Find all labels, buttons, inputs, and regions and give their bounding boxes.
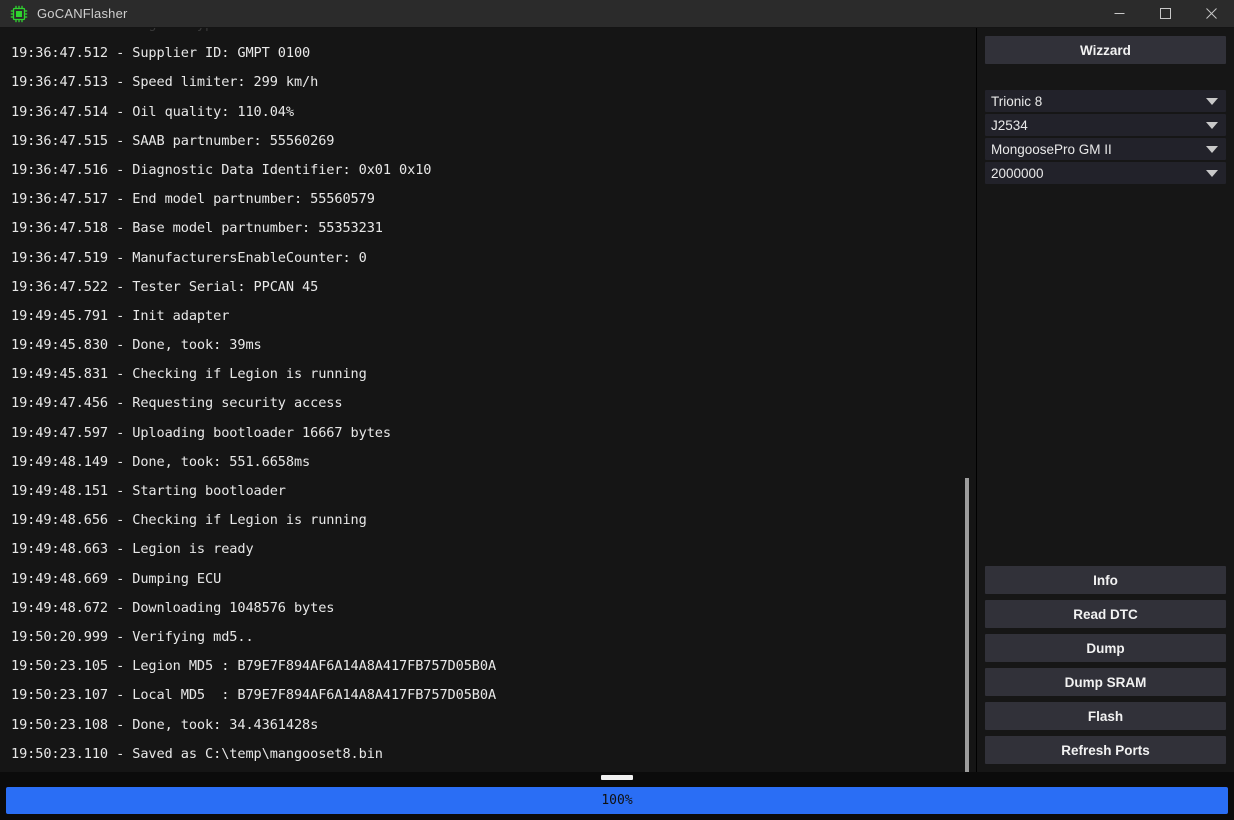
horizontal-scrollbar-thumb[interactable] [601, 775, 633, 780]
chevron-down-icon [1206, 97, 1218, 105]
title-bar: GoCANFlasher [0, 0, 1234, 28]
log-line: 19:50:23.110 - Saved as C:\temp\mangoose… [11, 745, 383, 762]
ecu-select-value: Trionic 8 [991, 93, 1043, 109]
log-line: 19:50:23.105 - Legion MD5 : B79E7F894AF6… [11, 658, 497, 675]
dump-sram-button[interactable]: Dump SRAM [985, 668, 1226, 696]
log-line: 19:49:47.597 - Uploading bootloader 1666… [11, 424, 391, 441]
close-button[interactable] [1188, 0, 1234, 28]
log-line: 19:49:48.663 - Legion is ready [11, 541, 254, 558]
chevron-down-icon [1206, 121, 1218, 129]
log-line: 19:49:47.456 - Requesting security acces… [11, 395, 343, 412]
log-line: 19:49:48.672 - Downloading 1048576 bytes [11, 599, 335, 616]
refresh-ports-button[interactable]: Refresh Ports [985, 736, 1226, 764]
log-line: 19:50:23.107 - Local MD5 : B79E7F894AF6A… [11, 687, 497, 704]
log-text-caret [976, 420, 977, 450]
log-line: 19:36:47.511 - Engine type: 666 [0, 28, 976, 39]
dump-button[interactable]: Dump [985, 634, 1226, 662]
sidebar-empty-area [985, 186, 1226, 566]
log-line: 19:49:48.149 - Done, took: 551.6658ms [11, 453, 311, 470]
log-line: 19:36:47.517 - End model partnumber: 555… [11, 191, 375, 208]
chevron-down-icon [1206, 169, 1218, 177]
footer: 100% [0, 772, 1234, 820]
ecu-select[interactable]: Trionic 8 [985, 90, 1226, 112]
main-body: 19:36:47.511 - Engine type: 666 19:36:47.… [0, 28, 1234, 772]
window-title: GoCANFlasher [37, 6, 128, 21]
log-line: 19:49:45.831 - Checking if Legion is run… [11, 366, 367, 383]
flash-button[interactable]: Flash [985, 702, 1226, 730]
application-window: GoCANFlasher 19:36:47.511 - Engine type:… [0, 0, 1234, 820]
adapter-api-select-value: J2534 [991, 117, 1028, 133]
progress-bar-label: 100% [601, 793, 633, 808]
log-line: 19:36:47.515 - SAAB partnumber: 55560269 [11, 132, 335, 149]
chip-icon [10, 5, 28, 22]
baudrate-select[interactable]: 2000000 [985, 162, 1226, 184]
log-line: 19:49:48.669 - Dumping ECU [11, 570, 222, 587]
log-line: 19:49:45.830 - Done, took: 39ms [11, 337, 262, 354]
minimize-icon [1114, 13, 1124, 14]
log-line: 19:49:48.656 - Checking if Legion is run… [11, 512, 367, 529]
read-dtc-button[interactable]: Read DTC [985, 600, 1226, 628]
maximize-button[interactable] [1142, 0, 1188, 28]
wizzard-button[interactable]: Wizzard [985, 36, 1226, 64]
log-line: 19:36:47.513 - Speed limiter: 299 km/h [11, 74, 319, 91]
log-line: 19:49:45.791 - Init adapter [11, 307, 230, 324]
log-line: 19:50:23.108 - Done, took: 34.4361428s [11, 716, 319, 733]
sidebar: Wizzard Trionic 8 J2534 MongoosePro GM II 2… [977, 28, 1234, 772]
adapter-api-select[interactable]: J2534 [985, 114, 1226, 136]
chevron-down-icon [1206, 145, 1218, 153]
horizontal-scrollbar-track[interactable] [0, 772, 1234, 782]
log-vertical-scrollbar-thumb[interactable] [965, 478, 969, 772]
select-group: Trionic 8 J2534 MongoosePro GM II 2000000 [985, 90, 1226, 186]
action-button-group: Info Read DTC Dump Dump SRAM Flash Refresh Po… [985, 566, 1226, 768]
maximize-icon [1159, 8, 1171, 19]
info-button[interactable]: Info [985, 566, 1226, 594]
close-icon [1205, 8, 1217, 19]
log-output-panel[interactable]: 19:36:47.511 - Engine type: 666 19:36:47.… [0, 28, 977, 772]
log-line: 19:36:47.522 - Tester Serial: PPCAN 45 [11, 278, 319, 295]
baudrate-select-value: 2000000 [991, 165, 1044, 181]
log-line: 19:36:47.514 - Oil quality: 110.04% [11, 103, 294, 120]
log-line: 19:36:47.519 - ManufacturersEnableCounte… [11, 249, 367, 266]
log-line-list: 19:36:47.511 - Engine type: 666 19:36:47.… [0, 28, 976, 769]
sidebar-top-spacer [985, 64, 1226, 90]
minimize-button[interactable] [1096, 0, 1142, 28]
adapter-select-value: MongoosePro GM II [991, 141, 1112, 157]
adapter-select[interactable]: MongoosePro GM II [985, 138, 1226, 160]
log-line: 19:36:47.512 - Supplier ID: GMPT 0100 [11, 45, 311, 62]
log-line: 19:50:20.999 - Verifying md5.. [11, 628, 254, 645]
log-line: 19:49:48.151 - Starting bootloader [11, 483, 286, 499]
log-line: 19:36:47.516 - Diagnostic Data Identifie… [11, 161, 432, 178]
progress-bar: 100% [6, 787, 1228, 814]
log-line: 19:36:47.518 - Base model partnumber: 55… [11, 220, 383, 237]
